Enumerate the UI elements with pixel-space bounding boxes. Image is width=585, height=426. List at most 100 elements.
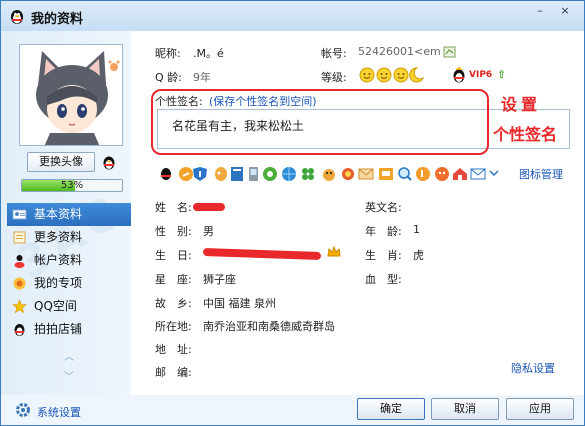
zip-label: 邮 编: <box>155 366 192 379</box>
constellation-value: 狮子座 <box>203 273 236 286</box>
icon-manager-link[interactable]: 图标管理 <box>519 166 563 182</box>
penguin-show-icon[interactable] <box>100 153 118 171</box>
game-icon <box>263 167 277 181</box>
shop-penguin-icon <box>14 324 25 336</box>
address-label: 地 址: <box>155 343 192 356</box>
qage-value: 9年 <box>193 71 211 84</box>
more-arrow-icon <box>489 170 499 177</box>
qq-show-icon <box>342 168 354 180</box>
title-bar[interactable]: 我的资料 – × <box>1 1 584 31</box>
sun-icon <box>359 67 375 83</box>
sun-icon <box>393 67 409 83</box>
close-button[interactable]: × <box>554 3 576 19</box>
document-icon <box>13 231 26 244</box>
profile-completion-text: 53% <box>60 180 84 191</box>
nav-item-label: 帐户资料 <box>34 253 83 267</box>
level-label: 等级: <box>321 71 347 84</box>
gender-label: 性 别: <box>155 225 192 238</box>
qq-penguin-icon <box>11 10 23 24</box>
music-icon <box>179 167 193 181</box>
redaction-mark <box>193 203 225 211</box>
hometown-value: 中国 福建 泉州 <box>203 297 276 310</box>
window-title: 我的资料 <box>31 12 84 27</box>
qq-mobile-icon <box>379 168 393 180</box>
account-label: 帐号: <box>321 47 347 60</box>
annotation-signature: 个性签名 <box>493 125 558 144</box>
crown-icon <box>327 246 341 257</box>
nav-item-label: 基本资料 <box>34 207 83 221</box>
nickname-label: 昵称: <box>155 47 181 60</box>
english-name-label: 英文名: <box>365 201 402 214</box>
user-icon <box>14 255 25 268</box>
privacy-settings-link[interactable]: 隐私设置 <box>511 360 555 376</box>
cancel-button[interactable]: 取消 <box>431 398 499 420</box>
moon-icon <box>409 67 425 83</box>
qq-music-icon <box>416 167 430 181</box>
pet-icon <box>323 169 335 181</box>
nav-item-account-info[interactable]: 帐户资料 <box>7 249 131 272</box>
change-avatar-button[interactable]: 更换头像 <box>27 152 95 172</box>
apply-button[interactable]: 应用 <box>506 398 574 420</box>
profile-window: 我的资料 – × 3AC.COM <box>0 0 585 426</box>
profile-completion-bar: 53% <box>21 179 123 192</box>
id-card-icon <box>12 209 27 220</box>
ok-button[interactable]: 确定 <box>357 398 425 420</box>
profile-nav: 基本资料 更多资料 帐户资料 我的专项 QQ空间 拍拍店铺 <box>7 203 131 341</box>
location-value: 南乔治亚和南桑德威奇群岛 <box>203 320 335 333</box>
name-label: 姓 名: <box>155 201 192 214</box>
level-up-icon: ⇧ <box>497 68 507 81</box>
constellation-label: 星 座: <box>155 273 192 286</box>
account-value: 52426001<em <box>358 45 441 58</box>
qzone-star-icon <box>12 299 27 314</box>
avatar-image <box>20 45 122 145</box>
nav-scroll-up-button[interactable]: ︿ <box>63 353 75 363</box>
nav-item-label: 拍拍店铺 <box>34 322 83 336</box>
zodiac-label: 生 肖: <box>365 249 402 262</box>
home-icon <box>453 168 467 180</box>
blood-type-label: 血 型: <box>365 273 402 286</box>
nav-item-my-special[interactable]: 我的专项 <box>7 272 131 295</box>
pet-penguin-icon <box>161 168 171 180</box>
copy-icon[interactable] <box>443 46 456 58</box>
sun-icon <box>376 67 392 83</box>
hometown-label: 故 乡: <box>155 297 192 310</box>
nav-item-label: 我的专项 <box>34 276 83 290</box>
birthday-label: 生 日: <box>155 249 192 262</box>
system-settings-link[interactable]: 系统设置 <box>37 404 81 420</box>
minimize-button[interactable]: – <box>529 3 551 19</box>
shield-icon <box>193 167 207 181</box>
level-badges <box>359 67 425 83</box>
bottom-bar: 系统设置 确定 取消 应用 <box>1 395 584 425</box>
nickname-value: .M。é <box>193 47 224 60</box>
qq-pet-icon <box>435 167 449 181</box>
vip-level[interactable]: VIP6 <box>469 70 492 80</box>
pet-egg-icon <box>215 167 227 181</box>
age-label: 年 龄: <box>365 225 402 238</box>
nav-scroll-down-button[interactable]: ﹀ <box>63 373 75 383</box>
search-icon <box>398 167 412 181</box>
qage-label: Q 龄: <box>155 71 182 84</box>
zodiac-value: 虎 <box>413 249 424 262</box>
nav-item-more-info[interactable]: 更多资料 <box>7 226 131 249</box>
nav-item-label: QQ空间 <box>34 299 77 313</box>
location-label: 所在地: <box>155 320 192 333</box>
nav-item-label: 更多资料 <box>34 230 83 244</box>
clover-icon <box>302 168 314 180</box>
nav-item-basic-info[interactable]: 基本资料 <box>7 203 131 226</box>
service-icons-row <box>159 165 499 183</box>
phone-icon <box>249 167 258 181</box>
gear-icon[interactable] <box>15 402 31 418</box>
mail-icon <box>470 168 486 180</box>
redaction-mark <box>202 247 322 261</box>
nav-item-qzone[interactable]: QQ空间 <box>7 295 131 318</box>
annotation-set: 设置 <box>501 95 542 114</box>
vip-penguin-icon[interactable] <box>451 67 467 83</box>
book-icon <box>231 167 243 181</box>
avatar[interactable] <box>19 44 123 146</box>
globe-icon <box>282 167 296 181</box>
gender-value: 男 <box>203 225 214 238</box>
nav-item-paipai-shop[interactable]: 拍拍店铺 <box>7 318 131 341</box>
star-badge-icon <box>13 277 26 290</box>
age-value: 1 <box>413 223 420 236</box>
annotation-highlight <box>151 89 489 155</box>
